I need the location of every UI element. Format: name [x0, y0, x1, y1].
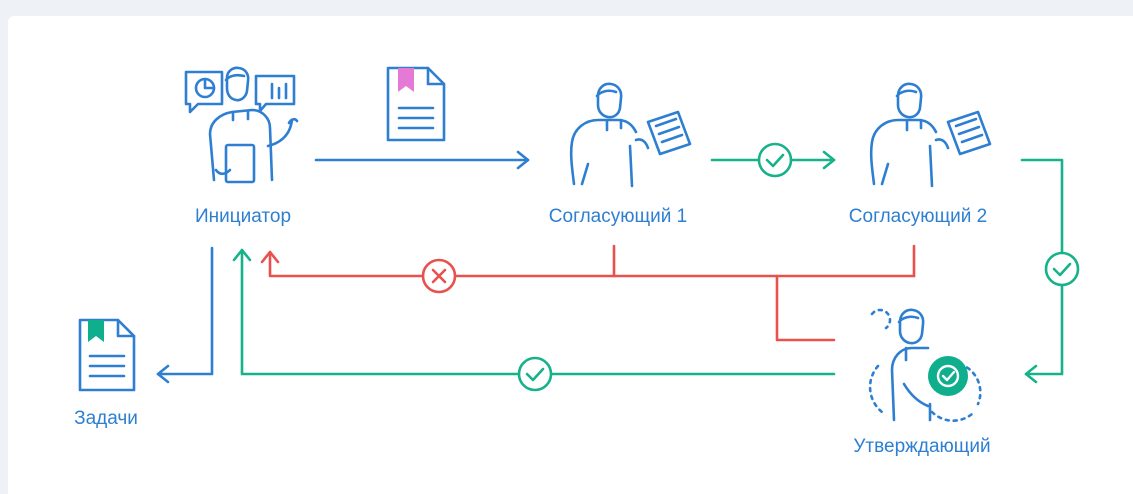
tasks-label: Задачи: [74, 408, 138, 429]
document-icon: [386, 66, 446, 142]
approved-badge-icon: [928, 356, 968, 396]
approver2-label: Согласующий 2: [849, 206, 987, 227]
approver1-label: Согласующий 1: [549, 206, 687, 227]
arrow-to-tasks: [156, 246, 214, 384]
arrow-to-approver1: [314, 150, 530, 170]
approver2-person-icon: [869, 82, 992, 188]
rejection-arrow: [260, 244, 916, 342]
approval-arrow-1-2: [710, 142, 836, 178]
final-approval-arrow: [232, 248, 836, 392]
final-approver-label: Утверждающий: [853, 436, 990, 457]
tasks-document-icon: [78, 318, 136, 392]
initiator-person-icon: [184, 66, 299, 184]
approval-workflow-diagram: Инициатор Согласующий 1 Согласующий 2 За…: [74, 66, 1080, 457]
approver1-person-icon: [569, 82, 692, 188]
approval-arrow-2-final: [1020, 158, 1080, 384]
initiator-label: Инициатор: [195, 206, 291, 227]
